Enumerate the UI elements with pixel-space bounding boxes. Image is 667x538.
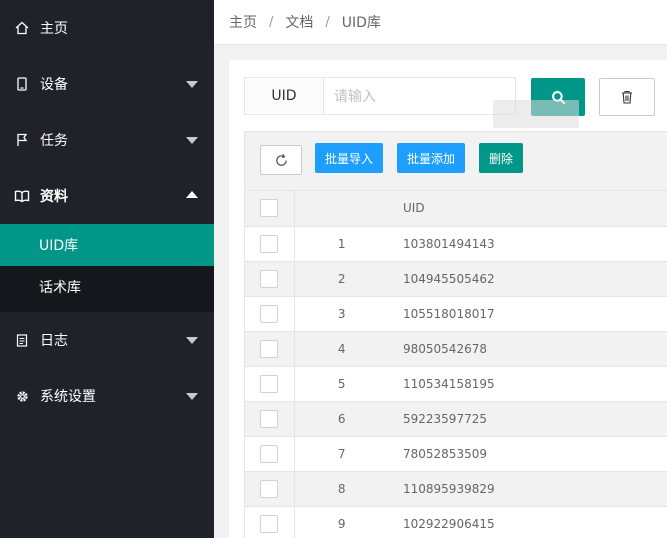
row-index: 6 — [294, 401, 389, 437]
sidebar-item-logs[interactable]: 日志 — [0, 312, 214, 368]
row-uid: 103801494143 — [389, 226, 667, 262]
row-checkbox[interactable] — [260, 374, 278, 393]
row-uid: 104945505462 — [389, 261, 667, 297]
table-header-row: UID — [245, 191, 667, 227]
sidebar-item-label: 系统设置 — [40, 389, 96, 405]
chevron-down-icon — [186, 337, 198, 344]
table-row[interactable]: 4 98050542678 — [245, 331, 667, 367]
sidebar-item-label: 资料 — [40, 189, 68, 205]
index-header — [294, 191, 389, 227]
row-checkbox[interactable] — [260, 304, 278, 323]
clear-button[interactable] — [599, 78, 655, 116]
breadcrumb-current: UID库 — [341, 15, 381, 31]
row-uid: 59223597725 — [389, 401, 667, 437]
refresh-button[interactable] — [260, 145, 302, 175]
row-checkbox[interactable] — [260, 479, 278, 498]
table-row[interactable]: 2 104945505462 — [245, 261, 667, 297]
chevron-down-icon — [186, 137, 198, 144]
row-index: 4 — [294, 331, 389, 367]
row-checkbox[interactable] — [260, 269, 278, 288]
table-row[interactable]: 3 105518018017 — [245, 296, 667, 332]
chevron-down-icon — [186, 81, 198, 88]
table-row[interactable]: 9 102922906415 — [245, 506, 667, 538]
row-checkbox[interactable] — [260, 234, 278, 253]
breadcrumb: 主页 / 文档 / UID库 — [214, 0, 667, 45]
breadcrumb-docs[interactable]: 文档 — [285, 12, 313, 32]
search-form: UID — [244, 77, 516, 115]
row-index: 7 — [294, 436, 389, 472]
row-index: 1 — [294, 226, 389, 262]
row-uid: 78052853509 — [389, 436, 667, 472]
uid-header: UID — [389, 191, 667, 227]
row-index: 3 — [294, 296, 389, 332]
sidebar-item-home[interactable]: 主页 — [0, 0, 214, 56]
row-checkbox[interactable] — [260, 409, 278, 428]
table-row[interactable]: 6 59223597725 — [245, 401, 667, 437]
row-uid: 110895939829 — [389, 471, 667, 507]
sidebar-item-devices[interactable]: 设备 — [0, 56, 214, 112]
select-all-checkbox[interactable] — [260, 199, 278, 218]
trash-icon — [622, 90, 632, 104]
row-uid: 110534158195 — [389, 366, 667, 402]
batch-add-button[interactable]: 批量添加 — [397, 143, 465, 173]
refresh-icon — [275, 153, 287, 166]
flag-icon — [14, 132, 30, 148]
sidebar-item-materials[interactable]: 资料 — [0, 168, 214, 224]
row-checkbox[interactable] — [260, 339, 278, 358]
sidebar-subitem-uid-library[interactable]: UID库 — [0, 224, 214, 266]
data-table: UID 1 103801494143 2 104945505462 3 105518018… — [245, 191, 667, 538]
row-index: 8 — [294, 471, 389, 507]
table-row[interactable]: 5 110534158195 — [245, 366, 667, 402]
row-index: 9 — [294, 506, 389, 538]
row-index: 5 — [294, 366, 389, 402]
sidebar-item-label: 任务 — [40, 133, 68, 149]
sidebar-item-label: 日志 — [40, 333, 68, 349]
sidebar-subitem-script-library[interactable]: 话术库 — [0, 266, 214, 308]
batch-import-button[interactable]: 批量导入 — [315, 143, 383, 173]
table-toolbar: 批量导入 批量添加 删除 — [245, 132, 667, 191]
delete-button[interactable]: 删除 — [479, 143, 523, 173]
row-uid: 102922906415 — [389, 506, 667, 538]
sidebar-submenu: UID库 话术库 — [0, 224, 214, 312]
chevron-up-icon — [186, 191, 198, 198]
sidebar-item-system-settings[interactable]: 系统设置 — [0, 368, 214, 424]
breadcrumb-home[interactable]: 主页 — [229, 12, 257, 32]
table-row[interactable]: 8 110895939829 — [245, 471, 667, 507]
sidebar-item-label: 主页 — [40, 21, 68, 37]
home-icon — [14, 20, 30, 36]
sidebar: 主页 设备 任务 资料 UID库 话术库 日志 系统设置 — [0, 0, 214, 538]
table-row[interactable]: 7 78052853509 — [245, 436, 667, 472]
tooltip — [493, 100, 579, 128]
uid-search-input[interactable] — [324, 78, 515, 114]
row-index: 2 — [294, 261, 389, 297]
table-row[interactable]: 1 103801494143 — [245, 226, 667, 262]
row-checkbox[interactable] — [260, 444, 278, 463]
sidebar-item-tasks[interactable]: 任务 — [0, 112, 214, 168]
tablet-icon — [14, 76, 30, 92]
sidebar-item-label: 设备 — [40, 77, 68, 93]
row-uid: 98050542678 — [389, 331, 667, 367]
book-icon — [14, 188, 30, 204]
row-checkbox[interactable] — [260, 514, 278, 533]
breadcrumb-separator: / — [325, 14, 330, 30]
content-card: UID 批量导入 批量添加 删除 UID 1103801494143210 — [229, 60, 667, 538]
uid-table: 批量导入 批量添加 删除 UID 1 103801494143 2 104945505… — [244, 131, 667, 538]
row-uid: 105518018017 — [389, 296, 667, 332]
gear-icon — [14, 388, 30, 404]
breadcrumb-separator: / — [269, 14, 274, 30]
chevron-down-icon — [186, 393, 198, 400]
clipboard-icon — [14, 332, 30, 348]
search-label: UID — [245, 78, 324, 114]
